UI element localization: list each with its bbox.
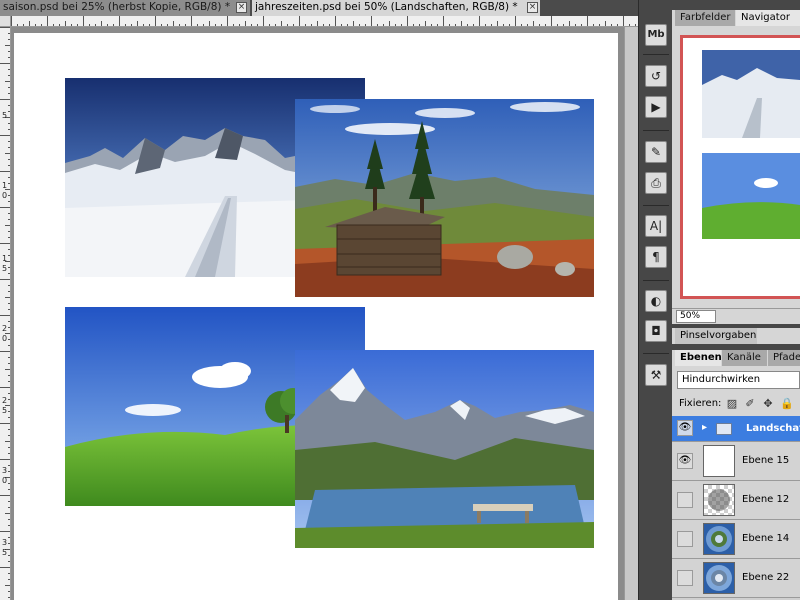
layer-thumbnail — [703, 445, 735, 477]
globe-thumb — [706, 565, 732, 591]
tab-navigator[interactable]: Navigator — [736, 10, 800, 26]
alpine-hut-image — [295, 99, 594, 297]
layer-row-ebene-22[interactable]: Ebene 22 — [672, 559, 800, 598]
tab-saison-close-icon[interactable]: × — [236, 2, 247, 13]
lock-row: Fixieren: ▨ ✐ ✥ 🔒 — [672, 396, 800, 414]
layer-name: Ebene 15 — [742, 455, 790, 466]
ruler-label: 0 — [2, 334, 8, 343]
brush-icon[interactable]: ✎ — [645, 141, 667, 163]
layer-thumbnail — [703, 562, 735, 594]
ruler-horizontal-ticks — [11, 16, 636, 26]
panel-dock-icons: Mb ↺ ▶ ✎ ⎙ A| ¶ ◐ ◘ ⚒ — [638, 0, 672, 600]
document-canvas[interactable] — [14, 33, 618, 600]
layer-row-ebene-12[interactable]: Ebene 12 — [672, 481, 800, 520]
tab-jahreszeiten-label: jahreszeiten.psd bei 50% (Landschaften, … — [255, 1, 518, 13]
lock-transparent-icon[interactable]: ▨ — [726, 398, 738, 410]
mountain-lake-image — [295, 350, 594, 548]
dock-separator — [643, 353, 669, 354]
tab-kanaele[interactable]: Kanäle — [722, 350, 767, 366]
ruler-label: 0 — [2, 191, 8, 200]
dock-separator — [643, 54, 669, 55]
navigator-preview[interactable] — [680, 35, 800, 299]
visibility-toggle[interactable] — [677, 492, 693, 508]
tab-pfade[interactable]: Pfade — [768, 350, 800, 366]
tab-ebenen[interactable]: Ebenen — [675, 350, 721, 366]
layer-name: Ebene 14 — [742, 533, 790, 544]
clone-source-icon[interactable]: ⎙ — [645, 172, 667, 194]
camera-icon[interactable]: ◘ — [645, 320, 667, 342]
ruler-origin[interactable] — [0, 16, 11, 27]
transparent-thumb-shape — [708, 489, 730, 511]
right-panels: Farbfelder Navigator 50% Pinselvorgaben … — [672, 0, 800, 600]
tab-jahreszeiten[interactable]: jahreszeiten.psd bei 50% (Landschaften, … — [252, 0, 540, 16]
layer-row-landschaften[interactable]: 👁 ▸ Landschaften — [672, 416, 800, 442]
tab-pfade-label: Pfade — [773, 352, 800, 363]
tab-saison-label: saison.psd bei 25% (herbst Kopie, RGB/8)… — [3, 1, 231, 13]
tab-farbfelder-label: Farbfelder — [680, 12, 731, 23]
history-icon[interactable]: ↺ — [645, 65, 667, 87]
eye-icon[interactable]: 👁 — [677, 453, 693, 469]
mini-bridge-icon[interactable]: Mb — [645, 24, 667, 46]
character-icon[interactable]: A| — [645, 215, 667, 237]
paragraph-icon[interactable]: ¶ — [645, 246, 667, 268]
tab-pinselvorgaben[interactable]: Pinselvorgaben — [675, 328, 757, 344]
tool-presets-icon[interactable]: ⚒ — [645, 364, 667, 386]
panel-header-bar — [672, 0, 800, 10]
lock-paint-icon[interactable]: ✐ — [744, 398, 756, 410]
folder-icon — [716, 423, 732, 435]
tab-kanaele-label: Kanäle — [727, 352, 761, 363]
navigator-preview-image — [683, 38, 800, 296]
eye-icon[interactable]: 👁 — [677, 420, 693, 436]
visibility-toggle[interactable] — [677, 570, 693, 586]
layer-name: Ebene 22 — [742, 572, 790, 583]
tab-farbfelder[interactable]: Farbfelder — [675, 10, 735, 26]
lock-move-icon[interactable]: ✥ — [762, 398, 774, 410]
tab-pinselvorgaben-label: Pinselvorgaben — [680, 330, 757, 341]
navigator-zoom-row: 50% — [672, 308, 800, 324]
layer-list: 👁 ▸ Landschaften 👁 Ebene 15 Ebene 12 — [672, 416, 800, 600]
document-window[interactable] — [11, 27, 624, 600]
dock-separator — [643, 205, 669, 206]
dock-separator — [643, 130, 669, 131]
tab-navigator-label: Navigator — [741, 12, 790, 23]
ruler-horizontal[interactable] — [11, 16, 638, 27]
ruler-label: 1 — [2, 254, 8, 263]
layer-name: Landschaften — [746, 423, 800, 434]
ruler-label: 5 — [2, 111, 8, 120]
photo-alpine-hut[interactable] — [295, 99, 594, 297]
tab-ebenen-label: Ebenen — [680, 352, 721, 363]
document-tab-bar: saison.psd bei 25% (herbst Kopie, RGB/8)… — [0, 0, 638, 16]
photo-mountain-lake[interactable] — [295, 350, 594, 548]
disclosure-triangle-icon[interactable]: ▸ — [702, 422, 707, 433]
visibility-toggle[interactable] — [677, 531, 693, 547]
layer-name: Ebene 12 — [742, 494, 790, 505]
tab-saison[interactable]: saison.psd bei 25% (herbst Kopie, RGB/8)… — [0, 0, 250, 16]
photoshop-window: saison.psd bei 25% (herbst Kopie, RGB/8)… — [0, 0, 800, 600]
ruler-label: 5 — [2, 406, 8, 415]
lock-all-icon[interactable]: 🔒 — [780, 398, 794, 410]
zoom-field[interactable]: 50% — [676, 310, 716, 323]
layer-thumbnail — [703, 484, 735, 516]
ruler-label: 3 — [2, 466, 8, 475]
ruler-label: 5 — [2, 548, 8, 557]
ruler-label: 2 — [2, 324, 8, 333]
ruler-label: 0 — [2, 476, 8, 485]
ruler-label: 5 — [2, 264, 8, 273]
ruler-label: 1 — [2, 181, 8, 190]
globe-thumb — [706, 526, 732, 552]
dock-separator — [643, 280, 669, 281]
ruler-vertical[interactable]: 5 1 0 1 5 2 0 2 5 3 0 3 5 — [0, 27, 11, 600]
lock-label: Fixieren: — [679, 398, 722, 409]
vertical-scrollbar[interactable] — [624, 27, 638, 600]
ruler-label: 2 — [2, 396, 8, 405]
styles-icon[interactable]: ◐ — [645, 290, 667, 312]
blend-mode-select[interactable]: Hindurchwirken — [677, 371, 800, 389]
layer-thumbnail — [703, 523, 735, 555]
ruler-label: 3 — [2, 538, 8, 547]
tab-jahreszeiten-close-icon[interactable]: × — [527, 2, 538, 13]
actions-icon[interactable]: ▶ — [645, 96, 667, 118]
layer-row-ebene-14[interactable]: Ebene 14 — [672, 520, 800, 559]
layer-row-ebene-15[interactable]: 👁 Ebene 15 — [672, 442, 800, 481]
